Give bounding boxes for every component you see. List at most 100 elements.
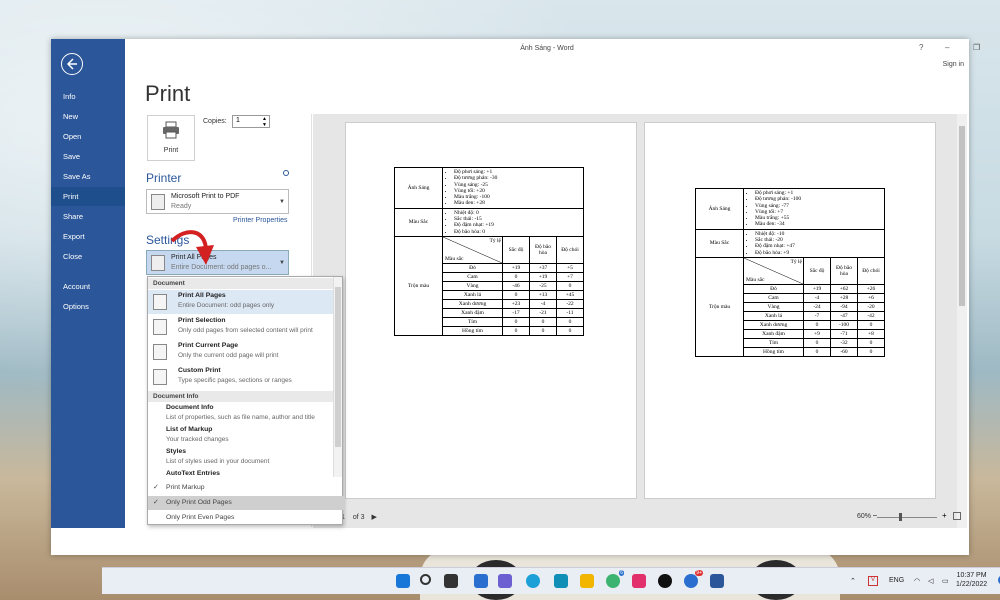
menu-section-document: Document bbox=[148, 278, 334, 289]
help-button[interactable]: ? bbox=[919, 43, 923, 52]
antivirus-icon[interactable]: V bbox=[868, 576, 878, 586]
info-icon[interactable] bbox=[283, 170, 289, 176]
backstage-item-account[interactable]: Account bbox=[51, 277, 125, 296]
backstage-item-save-as[interactable]: Save As bbox=[51, 167, 125, 186]
backstage-item-new[interactable]: New bbox=[51, 107, 125, 126]
value-cell: -7 bbox=[803, 310, 831, 321]
menu-check-label: Only Print Even Pages bbox=[166, 514, 235, 521]
value-cell: 0 bbox=[857, 346, 885, 357]
backstage-item-info[interactable]: Info bbox=[51, 87, 125, 106]
volume-icon[interactable]: ◁ bbox=[928, 577, 933, 585]
search-icon[interactable] bbox=[420, 574, 431, 585]
time: 10:37 PM bbox=[956, 572, 987, 579]
value-cell: -100 bbox=[830, 319, 858, 330]
restore-button[interactable]: ❐ bbox=[973, 43, 980, 52]
chat-icon[interactable] bbox=[498, 574, 512, 588]
menu-item[interactable]: Print Current Page Only the current odd p… bbox=[148, 340, 334, 364]
clock[interactable]: 10:37 PM 1/22/2022 bbox=[956, 571, 987, 589]
value-cell: -60 bbox=[830, 346, 858, 357]
color-name-cell: Vàng bbox=[442, 280, 503, 291]
row-header: Ánh Sáng bbox=[394, 167, 443, 209]
sign-in-link[interactable]: Sign in bbox=[943, 61, 964, 68]
menu-item-name: Styles bbox=[166, 448, 187, 455]
instagram-icon[interactable] bbox=[632, 574, 646, 588]
page-icon bbox=[153, 319, 167, 335]
zoom-slider-thumb[interactable] bbox=[899, 513, 902, 521]
row-header: Ánh Sáng bbox=[695, 188, 744, 230]
page-icon bbox=[153, 344, 167, 360]
menu-check-item[interactable]: ✓ Print Markup bbox=[148, 481, 344, 495]
value-cell: -47 bbox=[830, 310, 858, 321]
value-cell: +5 bbox=[556, 262, 584, 273]
menu-info-item[interactable]: Document Info List of properties, such as… bbox=[148, 404, 334, 425]
print-button[interactable]: Print bbox=[147, 115, 195, 161]
print-preview[interactable]: Ánh SángĐộ phơi sáng: +1Độ tương phản: -… bbox=[313, 114, 957, 528]
color-name-cell: Xanh đậm bbox=[743, 328, 804, 339]
windows-start-icon[interactable] bbox=[396, 574, 410, 588]
fit-page-icon[interactable] bbox=[953, 512, 961, 520]
store-icon[interactable] bbox=[554, 574, 568, 588]
value-cell: +9 bbox=[803, 328, 831, 339]
back-arrow-icon[interactable] bbox=[61, 53, 83, 75]
color-name-cell: Xanh dương bbox=[743, 319, 804, 330]
value-cell: -71 bbox=[830, 328, 858, 339]
value-cell: -25 bbox=[529, 280, 557, 291]
backstage-item-export[interactable]: Export bbox=[51, 227, 125, 246]
task-view-icon[interactable] bbox=[444, 574, 458, 588]
edge-icon[interactable] bbox=[526, 574, 540, 588]
scrollbar-thumb[interactable] bbox=[959, 126, 965, 306]
menu-item[interactable]: Custom Print Type specific pages, section… bbox=[148, 365, 334, 389]
menu-check-item[interactable]: Only Print Even Pages bbox=[148, 511, 344, 525]
menu-info-item[interactable]: Styles List of styles used in your docume… bbox=[148, 448, 334, 469]
menu-check-item[interactable]: ✓ Only Print Odd Pages bbox=[148, 496, 344, 510]
minimize-button[interactable]: – bbox=[945, 43, 949, 52]
backstage-item-print[interactable]: Print bbox=[51, 187, 125, 206]
color-name-cell: Hồng tím bbox=[442, 325, 503, 336]
file-explorer-icon[interactable] bbox=[580, 574, 594, 588]
value-cell: -11 bbox=[556, 307, 584, 318]
tiktok-icon[interactable] bbox=[658, 574, 672, 588]
backstage-item-options[interactable]: Options bbox=[51, 297, 125, 316]
value-cell: 0 bbox=[803, 346, 831, 357]
printer-heading: Printer bbox=[146, 171, 182, 185]
mau-sac-list: Nhiệt độ: 0Sắc thái: -15Độ đậm nhạt: +19… bbox=[442, 207, 584, 237]
table-row: Trộn màu Tỷ lệ Màu sắc Sắc độ Độ bão hòa Độ c… bbox=[695, 256, 885, 357]
value-cell: 0 bbox=[502, 325, 530, 336]
copies-input[interactable]: 1 ▲ ▼ bbox=[232, 115, 270, 128]
widgets-icon[interactable] bbox=[474, 574, 488, 588]
wifi-icon[interactable]: ◠ bbox=[914, 577, 920, 585]
language-indicator[interactable]: ENG bbox=[889, 577, 904, 584]
zoom-in-button[interactable]: + bbox=[942, 511, 947, 520]
menu-item-desc: Only the current odd page will print bbox=[178, 352, 279, 359]
value-cell: 0 bbox=[803, 337, 831, 348]
backstage-item-close[interactable]: Close bbox=[51, 247, 125, 266]
badge-count: 6 bbox=[619, 570, 624, 576]
chevron-up-icon[interactable]: ⌃ bbox=[850, 577, 856, 585]
checkmark-icon: ✓ bbox=[153, 499, 159, 506]
mau-sac-list: Nhiệt độ: -10Sắc thái: -20Độ đậm nhạt: +… bbox=[743, 228, 885, 258]
preview-page-1: Ánh SángĐộ phơi sáng: +1Độ tương phản: -… bbox=[345, 122, 637, 499]
printer-name: Microsoft Print to PDF bbox=[171, 193, 240, 200]
copies-value: 1 bbox=[236, 117, 240, 124]
browser-icon[interactable]: 6 bbox=[606, 570, 624, 588]
backstage-item-share[interactable]: Share bbox=[51, 207, 125, 226]
zoom-slider[interactable] bbox=[877, 517, 937, 518]
diag-bottom-label: Màu sắc bbox=[746, 276, 765, 283]
preview-scrollbar[interactable] bbox=[957, 114, 967, 528]
printer-dropdown[interactable]: Microsoft Print to PDF Ready ▼ bbox=[146, 189, 289, 214]
backstage-item-save[interactable]: Save bbox=[51, 147, 125, 166]
menu-info-item[interactable]: List of Markup Your tracked changes bbox=[148, 426, 334, 447]
next-page-icon[interactable]: ▶ bbox=[372, 514, 377, 521]
scrollbar-thumb[interactable] bbox=[335, 287, 341, 447]
battery-icon[interactable]: ▭ bbox=[942, 577, 949, 585]
backstage-item-open[interactable]: Open bbox=[51, 127, 125, 146]
spinner-icon[interactable]: ▲ ▼ bbox=[262, 116, 267, 128]
printer-properties-link[interactable]: Printer Properties bbox=[233, 217, 287, 224]
column-header: Độ bão hòa bbox=[529, 235, 557, 264]
menu-scrollbar[interactable] bbox=[333, 277, 342, 477]
menu-item[interactable]: Print Selection Only odd pages from selec… bbox=[148, 315, 334, 339]
word-icon[interactable] bbox=[710, 574, 724, 588]
messenger-icon[interactable]: 9+ bbox=[684, 570, 703, 588]
menu-item[interactable]: Print All Pages Entire Document: odd page… bbox=[148, 290, 334, 314]
menu-item-desc: List of properties, such as file name, a… bbox=[166, 414, 315, 421]
